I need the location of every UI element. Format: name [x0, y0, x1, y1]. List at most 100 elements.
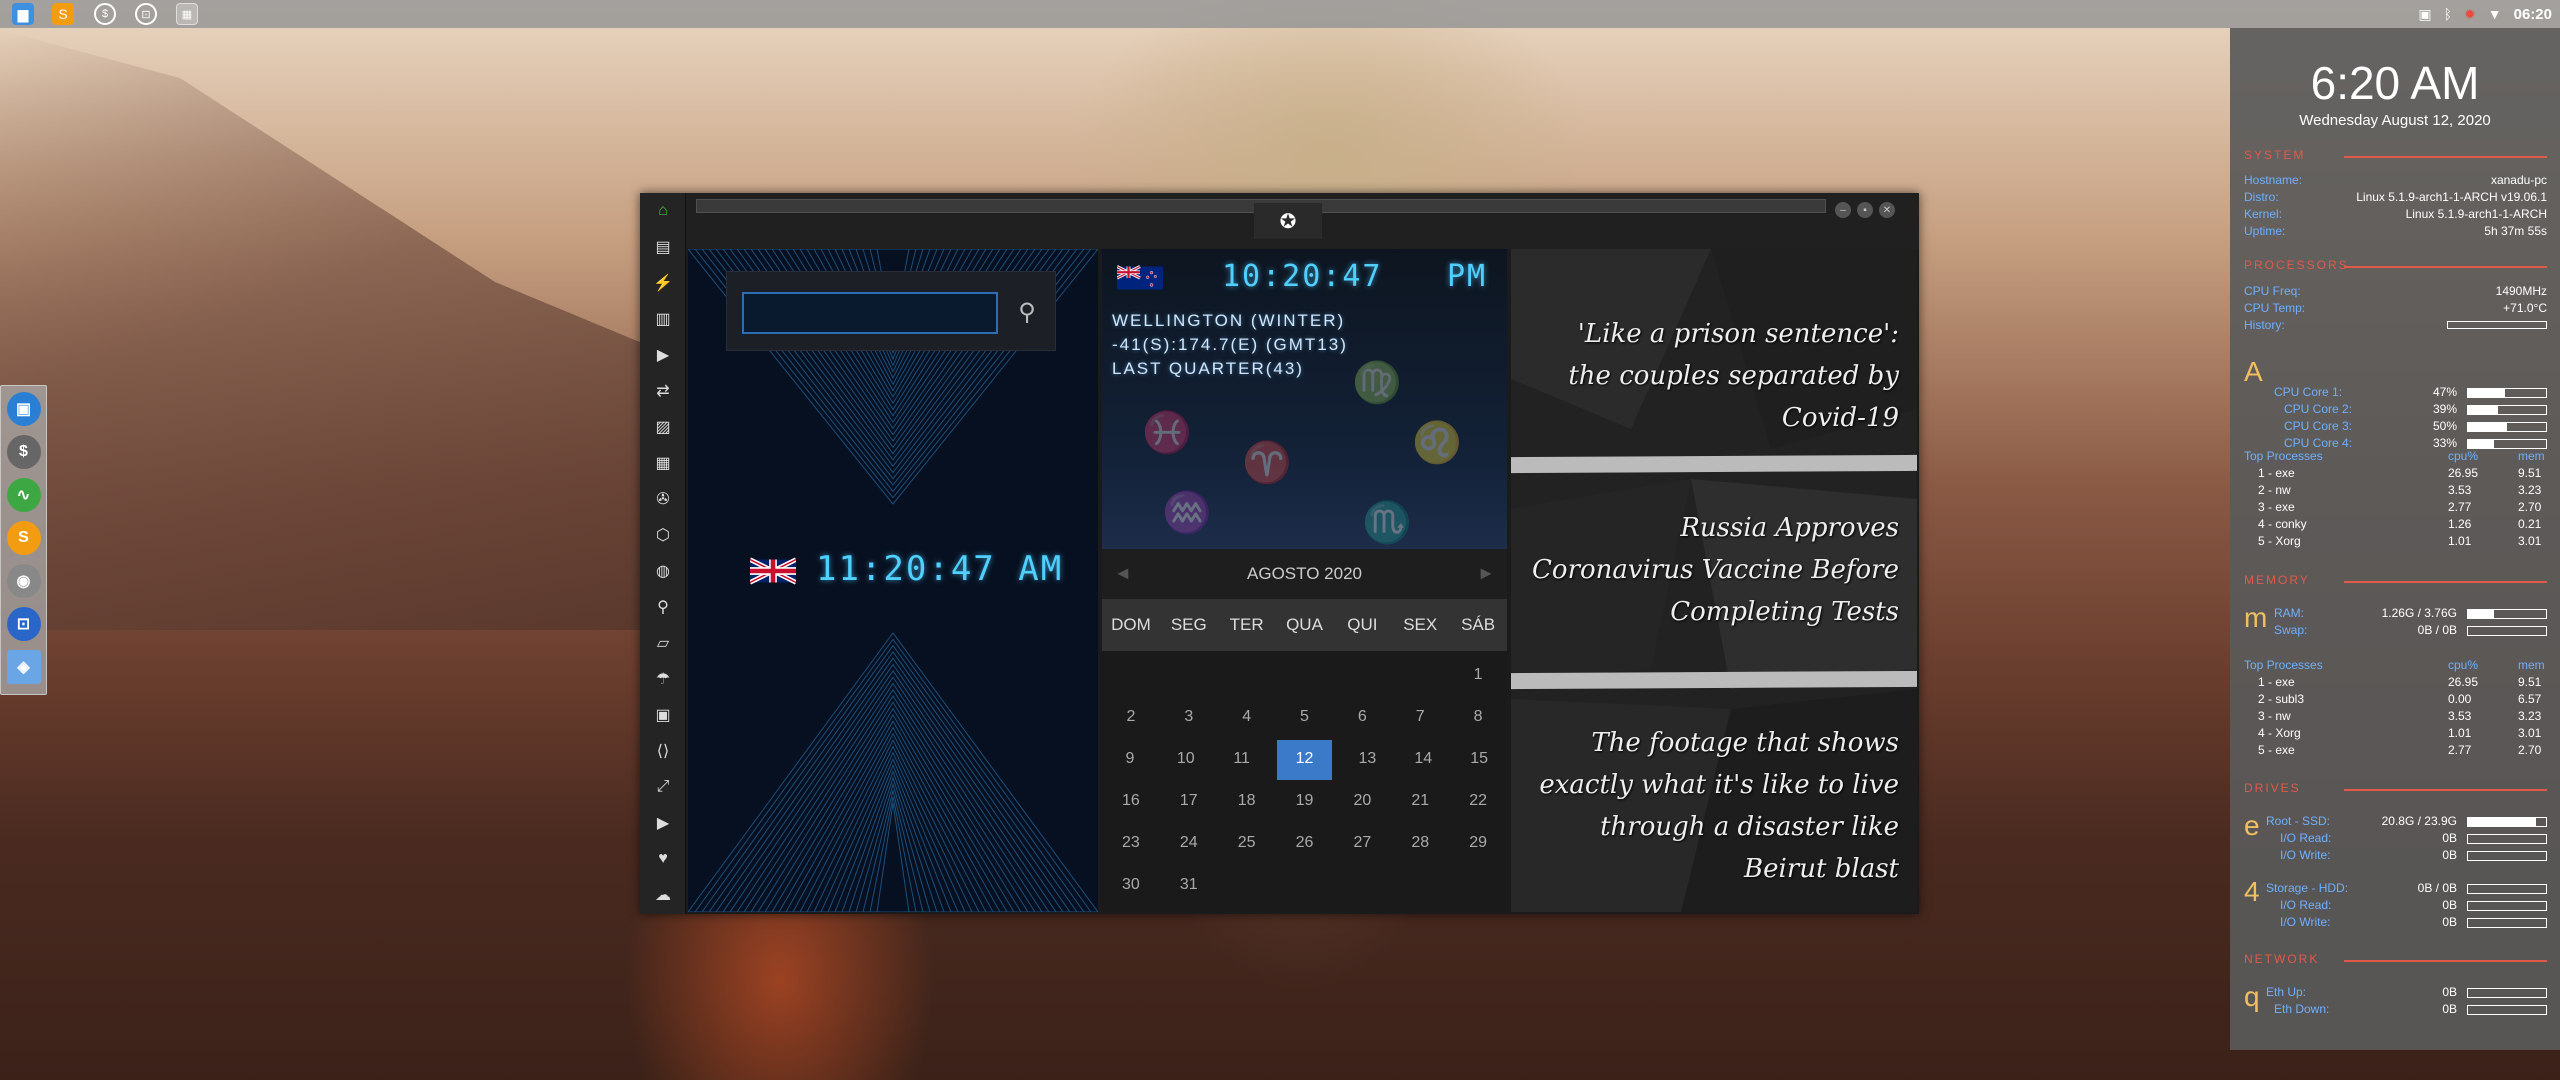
calendar-week: 16 17 18 19 20 21 22: [1102, 781, 1507, 823]
bluetooth-icon[interactable]: ᛒ: [2444, 6, 2452, 22]
play-icon[interactable]: ▶: [640, 337, 686, 373]
money-dock-icon[interactable]: $: [6, 435, 41, 469]
remote-dock-icon[interactable]: ⊡: [6, 607, 41, 641]
expand-icon[interactable]: ⤢: [640, 769, 686, 805]
calendar-day[interactable]: 17: [1160, 781, 1218, 823]
calendar-grid: 1 2 3 4 5 6 7 8 9 10 11 12 13 14 15 16 17 18 19 20 21 22 23 24 2…: [1102, 655, 1507, 907]
close-button[interactable]: ✕: [1879, 202, 1895, 218]
calendar-day[interactable]: 19: [1276, 781, 1334, 823]
weekday-label: SEX: [1403, 615, 1438, 634]
document-icon[interactable]: ▤: [640, 229, 686, 265]
calendar-day[interactable]: 22: [1449, 781, 1507, 823]
lightning-icon[interactable]: ⚡: [640, 265, 686, 301]
calendar-day[interactable]: 7: [1391, 697, 1449, 739]
top-mem-header: Top Processes cpu% mem: [2244, 658, 2545, 672]
cpu-core-bar: [2467, 388, 2547, 398]
calendar-day[interactable]: 14: [1395, 739, 1451, 781]
distro-row: Distro: Linux 5.1.9-arch1-1-ARCH v19.06.1: [2244, 190, 2547, 204]
calendar-day[interactable]: 28: [1391, 823, 1449, 865]
prev-month-icon[interactable]: ◄: [1114, 563, 1132, 584]
calendar-day[interactable]: 26: [1276, 823, 1334, 865]
news-icon[interactable]: ▦: [640, 445, 686, 481]
money-icon[interactable]: $: [94, 3, 116, 25]
cpu-core-bar: [2467, 439, 2547, 449]
calendar-day[interactable]: 25: [1218, 823, 1276, 865]
calendar-day[interactable]: 30: [1102, 865, 1160, 907]
minimize-button[interactable]: –: [1835, 202, 1851, 218]
code-icon[interactable]: ⟨⟩: [640, 733, 686, 769]
calendar-day[interactable]: 8: [1449, 697, 1507, 739]
news-headline[interactable]: 'Like a prison sentence': the couples se…: [1511, 313, 1917, 439]
calendar-day[interactable]: 9: [1102, 739, 1158, 781]
calendar-empty-cell: [1391, 655, 1449, 697]
calendar-day[interactable]: 27: [1333, 823, 1391, 865]
search-icon[interactable]: ⚲: [1009, 294, 1045, 330]
calendar-day[interactable]: 12: [1276, 740, 1333, 780]
calendar-day[interactable]: 16: [1102, 781, 1160, 823]
photo-icon[interactable]: ▣: [2418, 6, 2431, 23]
network-error-icon[interactable]: ✹: [2464, 6, 2476, 23]
calendar-day[interactable]: 20: [1333, 781, 1391, 823]
aperture-icon[interactable]: ✇: [640, 481, 686, 517]
storage-io-write-bar: [2467, 918, 2547, 928]
root-io-write-row: I/O Write: 0B: [2280, 848, 2547, 865]
contact-icon[interactable]: ▣: [640, 697, 686, 733]
files-dock-icon[interactable]: ▣: [6, 392, 41, 426]
news-headline[interactable]: Russia Approves Coronavirus Vaccine Befo…: [1511, 507, 1917, 633]
calendar-day[interactable]: 11: [1214, 739, 1270, 781]
image-icon[interactable]: ▨: [640, 409, 686, 445]
maximize-button[interactable]: ▪: [1857, 202, 1873, 218]
calendar-day[interactable]: 1: [1449, 655, 1507, 697]
browser-thumb-icon[interactable]: ▦: [176, 3, 198, 25]
calendar-day[interactable]: 2: [1102, 697, 1160, 739]
calendar-day[interactable]: 13: [1339, 739, 1395, 781]
next-month-icon[interactable]: ►: [1477, 563, 1495, 584]
sublime-icon[interactable]: S: [52, 3, 74, 25]
home-icon[interactable]: ⌂: [640, 193, 686, 229]
hexagon-icon[interactable]: ⬡: [640, 517, 686, 553]
cpu-freq-row: CPU Freq: 1490MHz: [2244, 284, 2547, 298]
calendar-empty-cell: [1333, 865, 1391, 907]
globe-icon[interactable]: ◍: [640, 553, 686, 589]
sublime-dock-icon[interactable]: S: [6, 521, 41, 555]
calendar-day[interactable]: 6: [1333, 697, 1391, 739]
calendar-day[interactable]: 31: [1160, 865, 1218, 907]
calendar-day[interactable]: 5: [1276, 697, 1334, 739]
panel-clock[interactable]: 06:20: [2514, 6, 2552, 23]
calendar-day[interactable]: 3: [1160, 697, 1218, 739]
search-icon[interactable]: ⚲: [640, 589, 686, 625]
eth-up-bar: [2467, 988, 2547, 998]
kernel-row: Kernel: Linux 5.1.9-arch1-1-ARCH: [2244, 207, 2547, 221]
folder-icon[interactable]: ▆: [12, 3, 34, 25]
conky-date: Wednesday August 12, 2020: [2299, 112, 2491, 129]
heart-icon[interactable]: ♥: [640, 841, 686, 877]
cloud-icon[interactable]: ☁: [640, 877, 686, 913]
process-row: 3 - exe 2.77 2.70: [2258, 500, 2542, 514]
calendar-day[interactable]: 29: [1449, 823, 1507, 865]
wifi-icon[interactable]: ▼: [2488, 6, 2502, 22]
umbrella-icon[interactable]: ☂: [640, 661, 686, 697]
calendar-day[interactable]: 21: [1391, 781, 1449, 823]
calendar-day[interactable]: 18: [1218, 781, 1276, 823]
system-section-title: SYSTEM: [2244, 148, 2547, 164]
memory-glyph: m: [2244, 602, 2268, 633]
calendar-day[interactable]: 24: [1160, 823, 1218, 865]
calendar-day[interactable]: 15: [1451, 739, 1507, 781]
calendar-empty-cell: [1276, 655, 1334, 697]
youtube-icon[interactable]: ▶: [640, 805, 686, 841]
zodiac-pisces-icon: ♓: [1142, 411, 1192, 455]
remote-icon[interactable]: ⊡: [135, 3, 157, 25]
calendar-day[interactable]: 4: [1218, 697, 1276, 739]
chrome-dock-icon[interactable]: ◉: [6, 564, 41, 598]
map-icon[interactable]: ▱: [640, 625, 686, 661]
cpu-history-graph: [2447, 321, 2547, 329]
calendar-day[interactable]: 10: [1158, 739, 1214, 781]
monitor-dock-icon[interactable]: ∿: [6, 478, 41, 512]
search-input[interactable]: [742, 292, 998, 334]
calendar-day[interactable]: 23: [1102, 823, 1160, 865]
news-headline[interactable]: The footage that shows exactly what it's…: [1511, 722, 1917, 890]
storage-io-write-row: I/O Write: 0B: [2280, 915, 2547, 932]
web-dock-icon[interactable]: ◈: [6, 650, 41, 684]
translate-icon[interactable]: ⇄: [640, 373, 686, 409]
archive-icon[interactable]: ▥: [640, 301, 686, 337]
